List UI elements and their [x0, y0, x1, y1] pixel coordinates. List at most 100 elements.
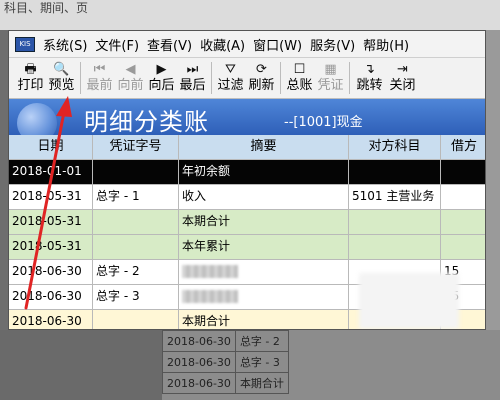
first-label: 最前: [86, 78, 113, 93]
column-header-date[interactable]: 日期: [9, 135, 93, 159]
preview-button[interactable]: 🔍 预览: [46, 58, 77, 98]
redacted-region: [359, 273, 459, 329]
menu-file[interactable]: 文件(F): [91, 35, 143, 54]
cell-counter-account: [349, 235, 441, 259]
background-window-edge: [486, 30, 500, 330]
cell-date: 2018-06-30: [9, 310, 93, 329]
cell-debit: [441, 210, 485, 234]
printer-icon: 🖶: [24, 62, 37, 77]
cell-voucher: [93, 310, 179, 329]
cell-voucher: 总字 - 2: [93, 260, 179, 284]
redacted-text: [182, 290, 238, 303]
filter-label: 过滤: [217, 78, 244, 93]
toolbar-separator: [349, 62, 350, 94]
refresh-label: 刷新: [248, 78, 275, 93]
report-title: 明细分类账: [84, 108, 209, 136]
previous-label: 向前: [117, 78, 144, 93]
redacted-text: [182, 265, 238, 278]
toolbar-separator: [211, 62, 212, 94]
cell-date: 2018-05-31: [9, 185, 93, 209]
table-header-row: 日期 凭证字号 摘要 对方科目 借方: [9, 135, 485, 160]
cell-voucher: [93, 160, 179, 184]
cell-voucher: 总字 - 1: [93, 185, 179, 209]
last-label: 最后: [179, 78, 206, 93]
last-icon: ⏭: [186, 62, 199, 77]
close-button[interactable]: ⇥ 关闭: [386, 58, 419, 98]
preview-label: 预览: [48, 78, 75, 93]
menu-view[interactable]: 查看(V): [143, 35, 196, 54]
ghost-row: 2018-06-30 总字 - 2: [162, 330, 289, 352]
report-title-band: 明细分类账 --[1001]现金: [9, 99, 485, 143]
cell-date: 2018-01-01: [9, 160, 93, 184]
table-row[interactable]: 2018-05-31 本年累计: [9, 235, 485, 260]
cell-summary: 年初余额: [179, 160, 349, 184]
close-label: 关闭: [389, 78, 416, 93]
next-label: 向后: [148, 78, 175, 93]
jump-button[interactable]: ↴ 跳转: [353, 58, 386, 98]
next-page-button[interactable]: ▶ 向后: [146, 58, 177, 98]
cell-debit: [441, 185, 485, 209]
ghost-voucher: 本期合计: [234, 372, 289, 394]
menu-service[interactable]: 服务(V): [306, 35, 359, 54]
voucher-icon: ▦: [324, 62, 337, 77]
first-page-button[interactable]: ⏮ 最前: [84, 58, 115, 98]
toolbar-separator: [280, 62, 281, 94]
ledger-window: KIS 系统(S) 文件(F) 查看(V) 收藏(A) 窗口(W) 服务(V) …: [8, 30, 486, 330]
cell-summary: 本期合计: [179, 210, 349, 234]
cell-summary-redacted: [179, 260, 349, 284]
toolbar: 🖶 打印 🔍 预览 ⏮ 最前 ◀ 向前 ▶ 向后 ⏭ 最后 ⛛ 过滤 ⟳ 刷新 …: [9, 58, 485, 99]
voucher-label: 凭证: [317, 78, 344, 93]
jump-icon: ↴: [364, 62, 375, 77]
cell-summary: 收入: [179, 185, 349, 209]
refresh-icon: ⟳: [256, 62, 267, 77]
cell-debit: [441, 235, 485, 259]
account-subtitle: --[1001]现金: [284, 115, 363, 130]
cell-voucher: [93, 210, 179, 234]
close-door-icon: ⇥: [397, 62, 408, 77]
cell-summary-redacted: [179, 285, 349, 309]
column-header-debit[interactable]: 借方: [441, 135, 485, 159]
toolbar-separator: [80, 62, 81, 94]
cell-voucher: [93, 235, 179, 259]
voucher-button[interactable]: ▦ 凭证: [315, 58, 346, 98]
preview-icon: 🔍: [53, 62, 70, 77]
last-page-button[interactable]: ⏭ 最后: [177, 58, 208, 98]
ghost-date: 2018-06-30: [162, 372, 236, 394]
filter-icon: ⛛: [225, 62, 236, 77]
general-ledger-button[interactable]: ☐ 总账: [284, 58, 315, 98]
cell-counter-account: [349, 160, 441, 184]
cell-counter-account: 5101 主营业务: [349, 185, 441, 209]
cell-date: 2018-05-31: [9, 210, 93, 234]
column-header-voucher[interactable]: 凭证字号: [93, 135, 179, 159]
menu-window[interactable]: 窗口(W): [249, 35, 306, 54]
background-breadcrumb: 科目、期间、页: [0, 0, 500, 30]
column-header-summary[interactable]: 摘要: [179, 135, 349, 159]
cell-voucher: 总字 - 3: [93, 285, 179, 309]
print-button[interactable]: 🖶 打印: [15, 58, 46, 98]
column-header-counter-account[interactable]: 对方科目: [349, 135, 441, 159]
print-label: 打印: [17, 78, 44, 93]
refresh-button[interactable]: ⟳ 刷新: [246, 58, 277, 98]
menu-help[interactable]: 帮助(H): [359, 35, 413, 54]
jump-label: 跳转: [356, 78, 383, 93]
cell-date: 2018-06-30: [9, 285, 93, 309]
first-icon: ⏮: [93, 62, 106, 77]
menu-system[interactable]: 系统(S): [39, 35, 91, 54]
previous-page-button[interactable]: ◀ 向前: [115, 58, 146, 98]
ghost-row: 2018-06-30 本期合计: [162, 372, 289, 394]
cell-counter-account: [349, 210, 441, 234]
ledger-icon: ☐: [293, 62, 306, 77]
ghost-voucher: 总字 - 3: [234, 351, 289, 373]
menu-favorites[interactable]: 收藏(A): [196, 35, 249, 54]
ghost-row: 2018-06-30 总字 - 3: [162, 351, 289, 373]
table-row[interactable]: 2018-05-31 总字 - 1 收入 5101 主营业务: [9, 185, 485, 210]
next-icon: ▶: [156, 62, 167, 77]
cell-date: 2018-06-30: [9, 260, 93, 284]
ghost-date: 2018-06-30: [162, 330, 236, 352]
background-ghost-table: 2018-06-30 总字 - 2 2018-06-30 总字 - 3 2018-0…: [162, 330, 500, 400]
previous-icon: ◀: [125, 62, 136, 77]
filter-button[interactable]: ⛛ 过滤: [215, 58, 246, 98]
table-row[interactable]: 2018-01-01 年初余额: [9, 160, 485, 185]
ghost-date: 2018-06-30: [162, 351, 236, 373]
table-row[interactable]: 2018-05-31 本期合计: [9, 210, 485, 235]
